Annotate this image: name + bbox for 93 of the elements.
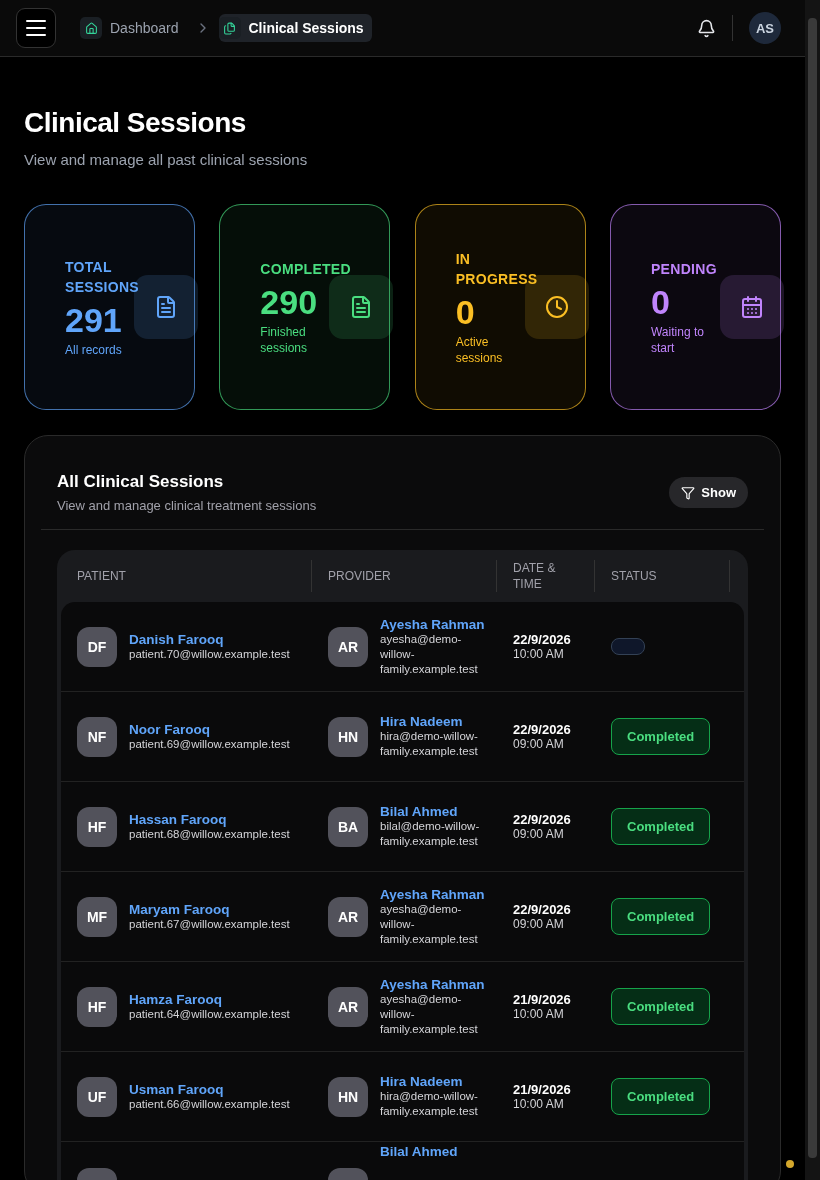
provider-name[interactable]: Ayesha Rahman xyxy=(380,976,484,992)
session-date: 21/9/2026 xyxy=(513,992,571,1007)
column-header: PATIENT xyxy=(61,560,312,592)
session-time: 09:00 AM xyxy=(513,827,565,841)
provider-email: hira@demo-willow-family.example.test xyxy=(380,1089,479,1119)
stat-label: TOTAL SESSIONS xyxy=(65,257,139,297)
document-icon xyxy=(329,275,394,339)
page-title: Clinical Sessions xyxy=(24,107,247,139)
status-badge: Completed xyxy=(611,988,711,1025)
stat-caption: Waiting to start xyxy=(651,323,705,356)
filter-button[interactable]: Show xyxy=(669,477,748,508)
bell-icon[interactable] xyxy=(697,18,716,38)
patient-email: patient.70@willow.example.test xyxy=(129,647,290,662)
session-time: 10:00 AM xyxy=(513,647,565,661)
provider-avatar: HN xyxy=(328,1076,368,1117)
stat-value: 291 xyxy=(65,300,123,340)
session-date: 22/9/2026 xyxy=(513,812,571,827)
stat-label: IN PROGRESS xyxy=(455,249,538,289)
session-time: 09:00 AM xyxy=(513,737,565,751)
provider-avatar: HN xyxy=(328,716,368,757)
stat-value: 290 xyxy=(260,282,319,322)
stat-value: 0 xyxy=(651,282,671,322)
column-header: DATE & TIME xyxy=(497,560,595,592)
patient-avatar: HF xyxy=(77,986,117,1027)
patient-name[interactable]: Hamza Farooq xyxy=(129,991,290,1007)
home-icon xyxy=(80,17,102,39)
panel-subtitle: View and manage clinical treatment sessions xyxy=(57,498,318,513)
provider-name[interactable]: Ayesha Rahman xyxy=(380,886,484,902)
provider-name[interactable]: Hira Nadeem xyxy=(380,1074,484,1089)
session-row[interactable]: UF Usman Farooq patient.66@willow.example.test HN Hira Nadeem hira@demo-willow-family.example.test 21/9/2026 10:00 AM Completed xyxy=(61,1052,744,1142)
provider-name[interactable]: Hira Nadeem xyxy=(380,714,484,729)
provider-avatar: AR xyxy=(328,986,368,1027)
session-row[interactable]: DF Danish Farooq patient.70@willow.example.test AR Ayesha Rahman ayesha@demo-willow-family.example.test 22/9/2026 10:00 AM xyxy=(61,602,744,692)
provider-email: hira@demo-willow-family.example.test xyxy=(380,729,479,759)
stat-label: PENDING xyxy=(651,259,717,279)
session-date: 22/9/2026 xyxy=(513,902,571,917)
stat-caption: Finished sessions xyxy=(260,323,308,356)
patient-avatar: HF xyxy=(77,806,117,847)
provider-email: ayesha@demo-willow-family.example.test xyxy=(380,992,479,1037)
patient-avatar: MF xyxy=(77,896,117,937)
breadcrumb-link[interactable]: Dashboard xyxy=(80,14,187,42)
patient-email: patient.64@willow.example.test xyxy=(129,1007,290,1022)
provider-name[interactable]: Bilal Ahmed xyxy=(380,1144,458,1159)
status-badge: Completed xyxy=(611,1078,711,1115)
patient-email: patient.69@willow.example.test xyxy=(129,737,290,752)
status-dot-icon xyxy=(786,1160,794,1168)
calendar-icon xyxy=(720,275,784,339)
documents-icon xyxy=(218,17,241,39)
session-row[interactable]: HF Hamza Farooq patient.64@willow.example.test AR Ayesha Rahman ayesha@demo-willow-family.example.test 21/9/2026 10:00 AM Completed xyxy=(61,962,744,1052)
status-badge: Completed xyxy=(611,718,711,755)
session-date: 22/9/2026 xyxy=(513,632,571,647)
patient-name[interactable]: Hassan Farooq xyxy=(129,811,290,827)
filter-icon xyxy=(681,485,696,500)
provider-avatar: BA xyxy=(328,806,368,847)
status-badge: Completed xyxy=(611,898,711,935)
patient-email: patient.68@willow.example.test xyxy=(129,827,290,842)
panel-title: All Clinical Sessions xyxy=(57,472,225,492)
session-time: 10:00 AM xyxy=(513,1097,565,1111)
provider-email: ayesha@demo-willow-family.example.test xyxy=(380,902,479,947)
patient-avatar: NF xyxy=(77,716,117,757)
provider-name[interactable]: Bilal Ahmed xyxy=(380,804,484,819)
column-header: STATUS xyxy=(595,560,730,592)
patient-avatar: UF xyxy=(77,1076,117,1117)
provider-avatar: AR xyxy=(328,626,368,667)
patient-name[interactable]: Noor Farooq xyxy=(129,721,290,737)
provider-avatar: AR xyxy=(328,896,368,937)
patient-name[interactable]: Usman Farooq xyxy=(129,1081,290,1097)
provider-email: bilal@demo-willow-family.example.test xyxy=(380,819,481,849)
patient-email: patient.67@willow.example.test xyxy=(129,917,290,932)
stat-value: 0 xyxy=(455,292,476,332)
menu-button[interactable] xyxy=(16,8,56,48)
stat-label: COMPLETED xyxy=(260,259,351,279)
column-header: PROVIDER xyxy=(312,560,497,592)
status-badge: Completed xyxy=(611,808,711,845)
scrollbar[interactable] xyxy=(805,0,820,1180)
provider-name[interactable]: Ayesha Rahman xyxy=(380,616,484,632)
session-time: 10:00 AM xyxy=(513,1007,565,1021)
patient-name[interactable]: Danish Farooq xyxy=(129,631,290,647)
session-row[interactable]: MF Maryam Farooq patient.67@willow.example.test AR Ayesha Rahman ayesha@demo-willow-family.example.test 22/9/2026 09:00 AM Completed xyxy=(61,872,744,962)
session-date: 22/9/2026 xyxy=(513,722,571,737)
stat-caption: All records xyxy=(65,341,123,358)
session-row[interactable]: HF Hassan Farooq patient.68@willow.example.test BA Bilal Ahmed bilal@demo-willow-family.example.test 22/9/2026 09:00 AM Completed xyxy=(61,782,744,872)
breadcrumb-link[interactable]: Clinical Sessions xyxy=(218,14,372,42)
session-time: 09:00 AM xyxy=(513,917,565,931)
patient-name[interactable]: Maryam Farooq xyxy=(129,901,290,917)
session-row[interactable]: NF Noor Farooq patient.69@willow.example.test HN Hira Nadeem hira@demo-willow-family.example.test 22/9/2026 09:00 AM Completed xyxy=(61,692,744,782)
session-date: 21/9/2026 xyxy=(513,1082,571,1097)
user-avatar[interactable]: AS xyxy=(749,12,781,44)
stat-caption: Active sessions xyxy=(455,333,504,366)
page-subtitle: View and manage all past clinical sessions xyxy=(24,151,309,168)
patient-email: patient.66@willow.example.test xyxy=(129,1097,290,1112)
provider-email: ayesha@demo-willow-family.example.test xyxy=(380,632,479,677)
patient-avatar: DF xyxy=(77,626,117,667)
